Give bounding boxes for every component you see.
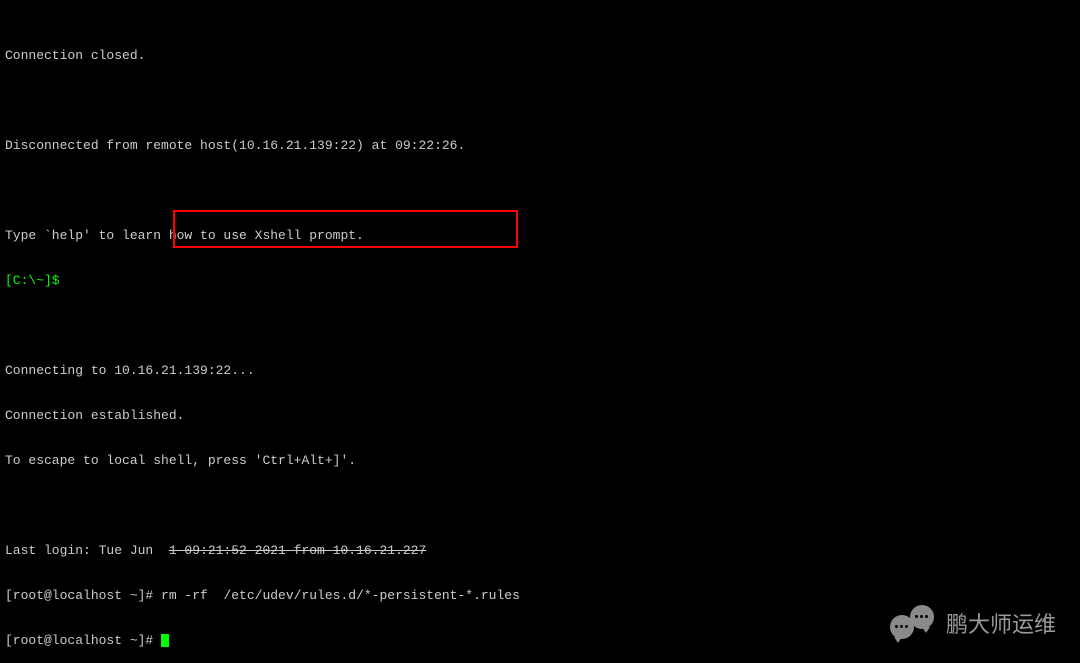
output-line: Connecting to 10.16.21.139:22... — [5, 363, 1075, 378]
blank-line — [5, 318, 1075, 333]
wechat-icon — [890, 605, 936, 643]
last-login-line: Last login: Tue Jun 1 09:21:52 2021 from… — [5, 543, 1075, 558]
terminal-output[interactable]: Connection closed. Disconnected from rem… — [0, 0, 1080, 663]
last-login-struck: 1 09:21:52 2021 from 10.16.21.227 — [169, 543, 426, 558]
blank-line — [5, 93, 1075, 108]
last-login-prefix: Last login: Tue Jun — [5, 543, 169, 558]
shell-prompt: [root@localhost ~]# — [5, 633, 161, 648]
watermark-text: 鹏大师运维 — [946, 617, 1056, 632]
output-line: Type `help' to learn how to use Xshell p… — [5, 228, 1075, 243]
watermark: 鹏大师运维 — [890, 605, 1056, 643]
output-line: Connection established. — [5, 408, 1075, 423]
command-line: [root@localhost ~]# rm -rf /etc/udev/rul… — [5, 588, 1075, 603]
blank-line — [5, 498, 1075, 513]
blank-line — [5, 183, 1075, 198]
local-prompt-line: [C:\~]$ — [5, 273, 1075, 288]
output-line: Connection closed. — [5, 48, 1075, 63]
output-line: To escape to local shell, press 'Ctrl+Al… — [5, 453, 1075, 468]
output-line: Disconnected from remote host(10.16.21.1… — [5, 138, 1075, 153]
cursor-icon — [161, 634, 169, 647]
local-prompt: [C:\~]$ — [5, 273, 67, 288]
shell-prompt: [root@localhost ~]# — [5, 588, 161, 603]
command-text: rm -rf /etc/udev/rules.d/*-persistent-*.… — [161, 588, 520, 603]
